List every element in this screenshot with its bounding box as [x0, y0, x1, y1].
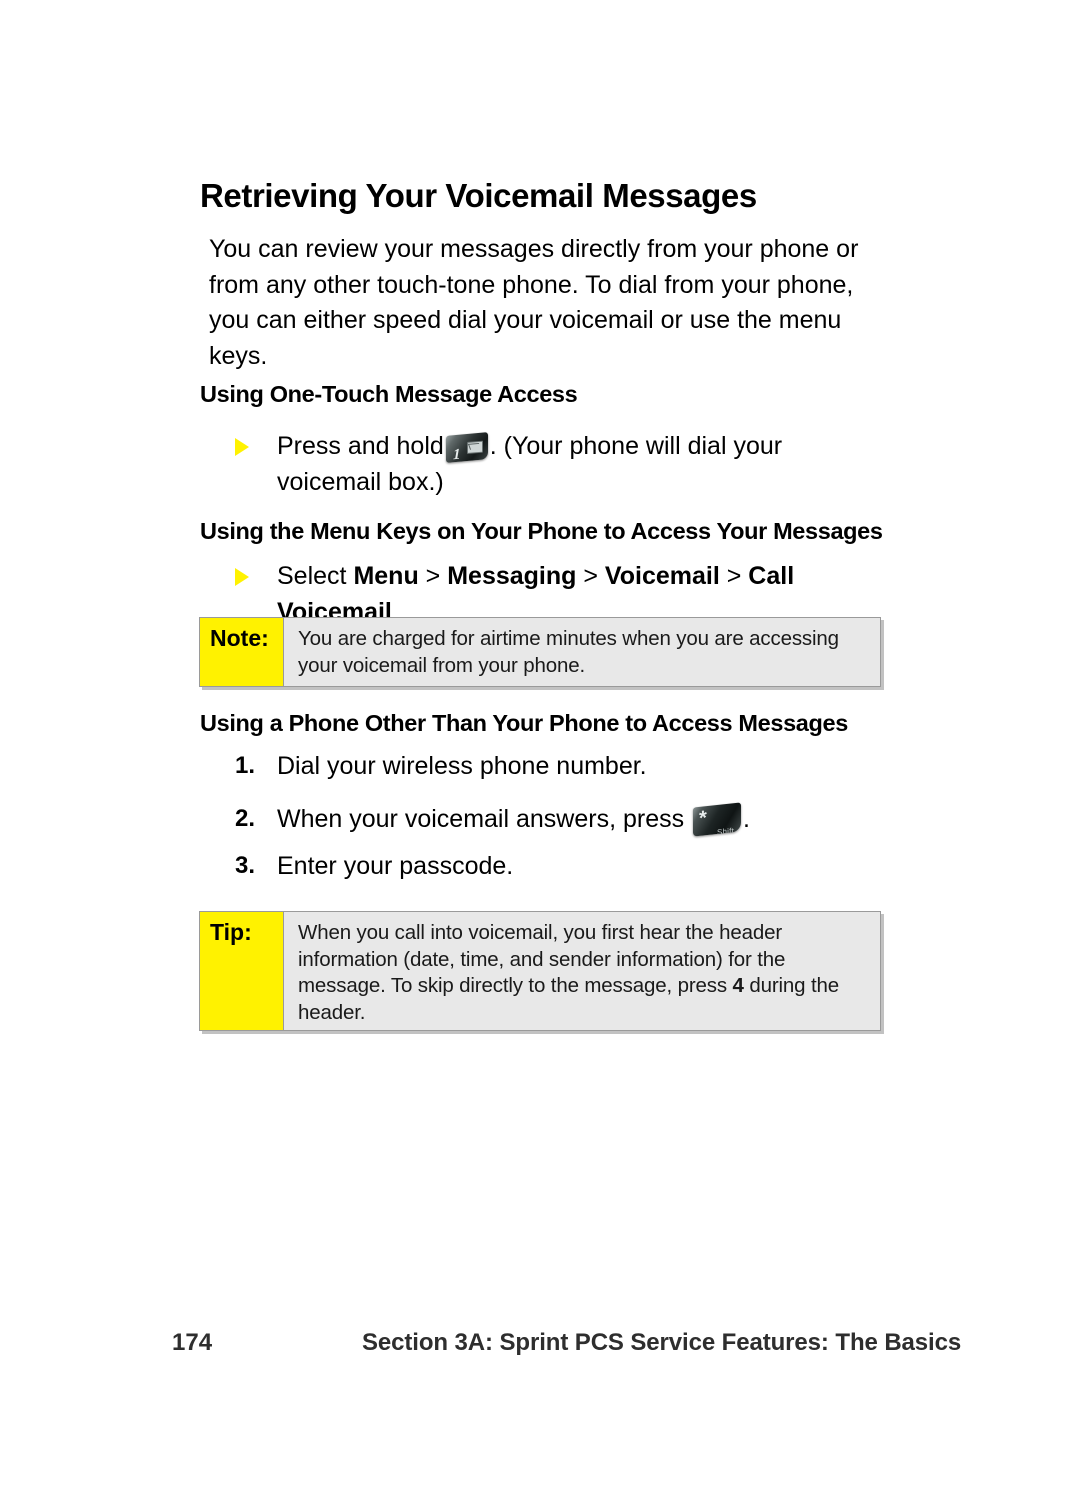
tip-body-text: When you call into voicemail, you first …: [284, 912, 880, 1030]
note-label: Note:: [210, 625, 269, 651]
menu-path-item-voicemail: Voicemail: [604, 562, 720, 590]
footer-section-title: Section 3A: Sprint PCS Service Features:…: [362, 1329, 962, 1356]
bullet-item-press-and-hold: Press and hold 1. (Your phone will dial y…: [235, 428, 890, 500]
tip-body-keypress-4: 4: [732, 974, 744, 997]
step-1-number: 1.: [235, 752, 256, 779]
tip-label-cell: Tip:: [200, 912, 284, 1030]
select-prefix: Select: [277, 562, 354, 590]
note-callout-box: Note: You are charged for airtime minute…: [199, 617, 881, 687]
menu-path-separator-3: >: [719, 562, 749, 590]
phone-key-1-label: 1: [452, 446, 461, 463]
menu-path-separator-1: >: [418, 562, 448, 590]
step-3-number: 3.: [235, 852, 256, 879]
menu-path-item-messaging: Messaging: [447, 562, 577, 590]
step-2-text-before-key: When your voicemail answers, press: [277, 805, 685, 833]
tip-callout-box: Tip: When you call into voicemail, you f…: [199, 911, 881, 1031]
press-and-hold-text-before-key: Press and hold: [277, 432, 444, 460]
step-1-text: Dial your wireless phone number.: [277, 752, 647, 780]
numbered-step-1: 1. Dial your wireless phone number.: [235, 749, 890, 783]
note-body-text: You are charged for airtime minutes when…: [298, 627, 839, 677]
tip-label: Tip:: [210, 919, 252, 945]
step-2-number: 2.: [235, 805, 256, 832]
bullet-text-press-and-hold: Press and hold 1. (Your phone will dial y…: [277, 428, 890, 500]
phone-key-shift-label: Shift: [717, 826, 735, 837]
voicemail-envelope-icon: [466, 440, 483, 454]
numbered-step-2: 2. When your voicemail answers, press * S…: [235, 802, 890, 837]
bullet-triangle-icon: [235, 438, 249, 456]
note-label-cell: Note:: [200, 618, 284, 686]
menu-path-separator-2: >: [576, 562, 605, 590]
numbered-step-3: 3. Enter your passcode.: [235, 849, 890, 883]
footer-page-number: 174: [172, 1329, 213, 1356]
step-3-text: Enter your passcode.: [277, 852, 514, 880]
step-2-text: When your voicemail answers, press * Shif…: [277, 802, 750, 837]
tip-body-part-1: When you call into voicemail, you first …: [298, 921, 786, 997]
subheading-one-touch-message-access: Using One-Touch Message Access: [200, 381, 578, 407]
phone-key-star-label: *: [699, 807, 707, 830]
menu-path-item-menu: Menu: [353, 562, 419, 590]
phone-key-star-shift-icon: * Shift: [693, 802, 742, 837]
step-2-text-after-key: .: [743, 805, 750, 833]
intro-paragraph: You can review your messages directly fr…: [209, 235, 859, 370]
subheading-menu-keys: Using the Menu Keys on Your Phone to Acc…: [200, 518, 883, 544]
subheading-other-phone: Using a Phone Other Than Your Phone to A…: [200, 710, 848, 736]
phone-key-1-voicemail-icon: 1: [445, 432, 488, 463]
page-title: Retrieving Your Voicemail Messages: [200, 177, 757, 214]
manual-page: Retrieving Your Voicemail Messages You c…: [0, 0, 1080, 1512]
bullet-triangle-icon: [235, 568, 249, 586]
